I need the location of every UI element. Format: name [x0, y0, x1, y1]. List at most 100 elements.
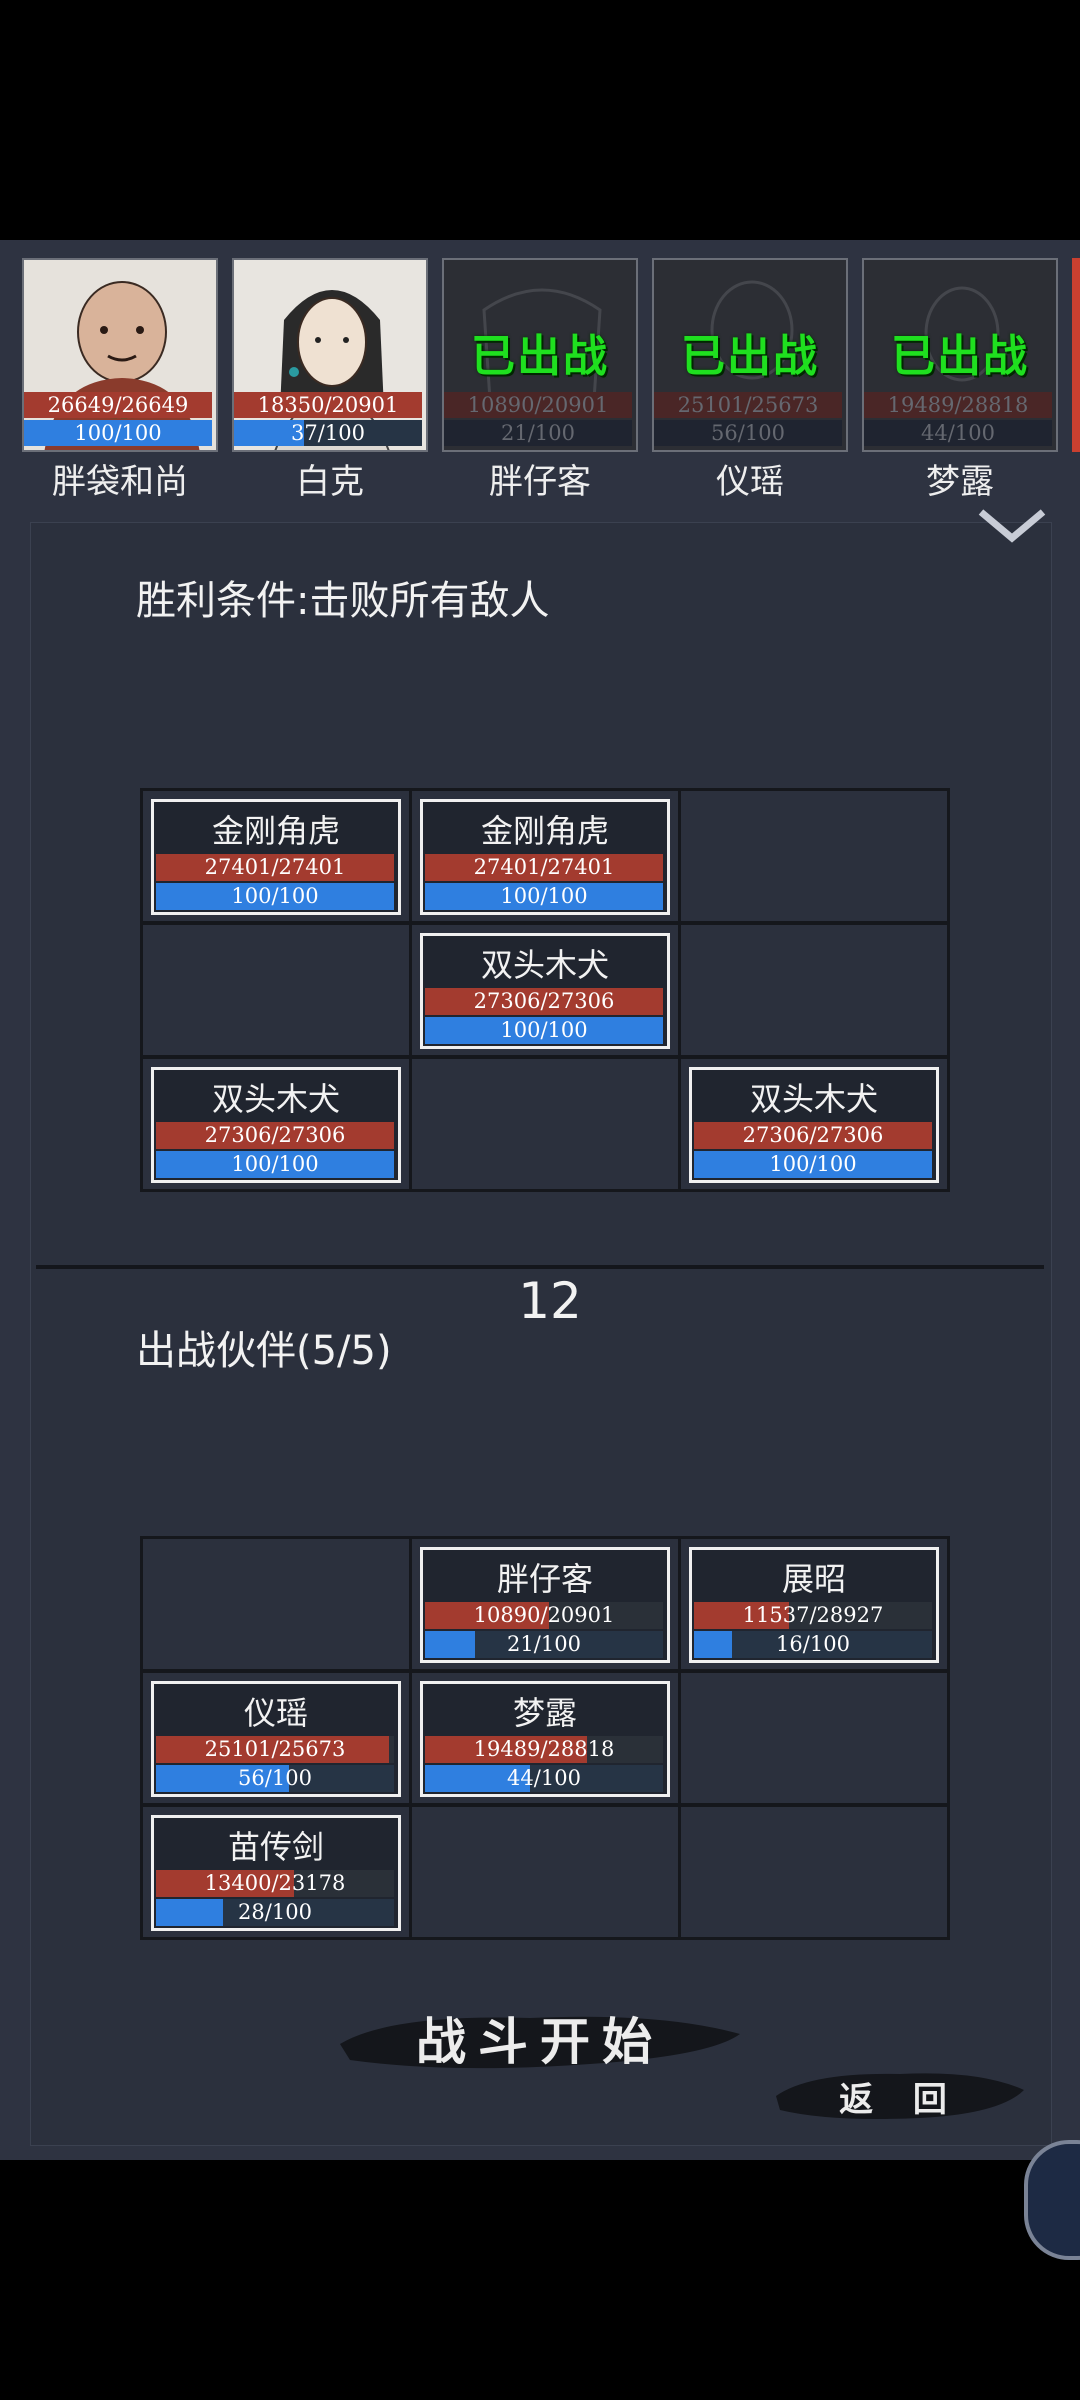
unit-card[interactable]: 仪瑶 25101/25673 56/100	[151, 1681, 401, 1797]
grid-cell[interactable]	[681, 1807, 947, 1937]
unit-mp-bar: 100/100	[156, 1151, 394, 1178]
grid-cell[interactable]: 双头木犬 27306/27306 100/100	[412, 925, 678, 1055]
unit-card[interactable]: 双头木犬 27306/27306 100/100	[420, 933, 670, 1049]
hero-card-1[interactable]: 18350/20901 37/100 白克	[232, 258, 428, 508]
unit-hp-bar: 27401/27401	[156, 854, 394, 881]
unit-name: 金刚角虎	[480, 812, 609, 850]
unit-card[interactable]: 双头木犬 27306/27306 100/100	[689, 1067, 939, 1183]
hero-hp-bar: 19489/28818	[864, 392, 1052, 418]
back-button[interactable]: 返 回	[770, 2062, 1030, 2128]
hero-mp-bar: 100/100	[24, 420, 212, 446]
unit-hp-bar: 27306/27306	[694, 1122, 932, 1149]
turn-counter: 12	[518, 1272, 582, 1330]
mp-fill	[156, 1899, 223, 1926]
grid-cell[interactable]	[412, 1807, 678, 1937]
unit-hp-bar: 10890/20901	[425, 1602, 663, 1629]
unit-card[interactable]: 展昭 11537/28927 16/100	[689, 1547, 939, 1663]
unit-hp-bar: 11537/28927	[694, 1602, 932, 1629]
party-title: 出战伙伴(5/5)	[136, 1328, 392, 1374]
unit-name: 双头木犬	[749, 1080, 878, 1118]
grid-cell[interactable]	[681, 925, 947, 1055]
hero-roster[interactable]: 26649/26649 100/100 胖袋和尚 18350/20901 37/…	[0, 258, 1080, 508]
hero-mp-bar: 56/100	[654, 420, 842, 446]
grid-cell[interactable]	[143, 1539, 409, 1669]
grid-cell[interactable]	[681, 791, 947, 921]
hero-card-3[interactable]: 已出战 25101/25673 56/100 仪瑶	[652, 258, 848, 508]
grid-cell[interactable]	[143, 925, 409, 1055]
unit-mp-text: 100/100	[231, 884, 319, 908]
grid-cell[interactable]: 金刚角虎 27401/27401 100/100	[143, 791, 409, 921]
unit-mp-text: 100/100	[500, 1018, 588, 1042]
mp-fill	[694, 1631, 733, 1658]
unit-hp-bar: 27306/27306	[156, 1122, 394, 1149]
unit-card[interactable]: 金刚角虎 27401/27401 100/100	[151, 799, 401, 915]
unit-name: 仪瑶	[243, 1694, 308, 1732]
unit-mp-text: 21/100	[507, 1632, 581, 1656]
hero-card-2[interactable]: 已出战 10890/20901 21/100 胖仔客	[442, 258, 638, 508]
unit-name: 苗传剑	[227, 1828, 324, 1866]
menu-badge-icon[interactable]	[1024, 2140, 1080, 2260]
unit-mp-bar: 21/100	[425, 1631, 663, 1658]
unit-card[interactable]: 胖仔客 10890/20901 21/100	[420, 1547, 670, 1663]
unit-mp-bar: 44/100	[425, 1765, 663, 1792]
roster-next-card[interactable]	[1072, 258, 1080, 452]
unit-hp-text: 10890/20901	[473, 1603, 615, 1627]
unit-hp-text: 27306/27306	[742, 1123, 884, 1147]
unit-name: 胖仔客	[496, 1560, 593, 1598]
unit-hp-bar: 27306/27306	[425, 988, 663, 1015]
grid-cell[interactable]: 苗传剑 13400/23178 28/100	[143, 1807, 409, 1937]
unit-mp-bar: 28/100	[156, 1899, 394, 1926]
section-divider	[36, 1265, 1044, 1269]
unit-mp-text: 44/100	[507, 1766, 581, 1790]
hero-name: 胖袋和尚	[52, 462, 188, 502]
unit-mp-bar: 16/100	[694, 1631, 932, 1658]
unit-hp-bar: 13400/23178	[156, 1870, 394, 1897]
unit-mp-bar: 100/100	[425, 1017, 663, 1044]
unit-mp-text: 28/100	[238, 1900, 312, 1924]
unit-hp-bar: 27401/27401	[425, 854, 663, 881]
unit-hp-text: 11537/28927	[742, 1603, 884, 1627]
unit-mp-bar: 100/100	[425, 883, 663, 910]
start-battle-label: 战斗开始	[416, 2012, 664, 2071]
deployed-badge: 已出战	[891, 331, 1029, 382]
unit-hp-text: 27306/27306	[473, 989, 615, 1013]
grid-cell[interactable]	[681, 1673, 947, 1803]
start-battle-button[interactable]: 战斗开始	[330, 1994, 750, 2084]
deployed-badge: 已出战	[681, 331, 819, 382]
grid-cell[interactable]: 胖仔客 10890/20901 21/100	[412, 1539, 678, 1669]
hero-card-4[interactable]: 已出战 19489/28818 44/100 梦露	[862, 258, 1058, 508]
unit-hp-bar: 25101/25673	[156, 1736, 394, 1763]
back-label: 返 回	[839, 2080, 961, 2120]
unit-mp-bar: 100/100	[156, 883, 394, 910]
mp-fill	[425, 1631, 475, 1658]
chevron-down-icon[interactable]	[975, 506, 1049, 546]
unit-name: 梦露	[512, 1694, 577, 1732]
hero-name: 仪瑶	[716, 462, 784, 502]
hero-mp-bar: 44/100	[864, 420, 1052, 446]
unit-mp-text: 100/100	[231, 1152, 319, 1176]
grid-cell[interactable]: 金刚角虎 27401/27401 100/100	[412, 791, 678, 921]
unit-card[interactable]: 苗传剑 13400/23178 28/100	[151, 1815, 401, 1931]
victory-condition-title: 胜利条件:击败所有敌人	[136, 578, 550, 624]
grid-cell[interactable]	[412, 1059, 678, 1189]
unit-card[interactable]: 金刚角虎 27401/27401 100/100	[420, 799, 670, 915]
unit-hp-text: 27306/27306	[204, 1123, 346, 1147]
hero-hp-bar: 10890/20901	[444, 392, 632, 418]
unit-card[interactable]: 梦露 19489/28818 44/100	[420, 1681, 670, 1797]
grid-cell[interactable]: 双头木犬 27306/27306 100/100	[143, 1059, 409, 1189]
grid-cell[interactable]: 梦露 19489/28818 44/100	[412, 1673, 678, 1803]
unit-mp-text: 16/100	[776, 1632, 850, 1656]
unit-mp-text: 56/100	[238, 1766, 312, 1790]
deployed-badge: 已出战	[471, 331, 609, 382]
unit-hp-text: 19489/28818	[473, 1737, 615, 1761]
grid-cell[interactable]: 展昭 11537/28927 16/100	[681, 1539, 947, 1669]
unit-card[interactable]: 双头木犬 27306/27306 100/100	[151, 1067, 401, 1183]
grid-cell[interactable]: 仪瑶 25101/25673 56/100	[143, 1673, 409, 1803]
hero-mp-bar: 37/100	[234, 420, 422, 446]
grid-cell[interactable]: 双头木犬 27306/27306 100/100	[681, 1059, 947, 1189]
unit-hp-text: 27401/27401	[204, 855, 346, 879]
unit-hp-text: 25101/25673	[204, 1737, 346, 1761]
hero-hp-bar: 25101/25673	[654, 392, 842, 418]
hero-card-0[interactable]: 26649/26649 100/100 胖袋和尚	[22, 258, 218, 508]
unit-mp-bar: 100/100	[694, 1151, 932, 1178]
